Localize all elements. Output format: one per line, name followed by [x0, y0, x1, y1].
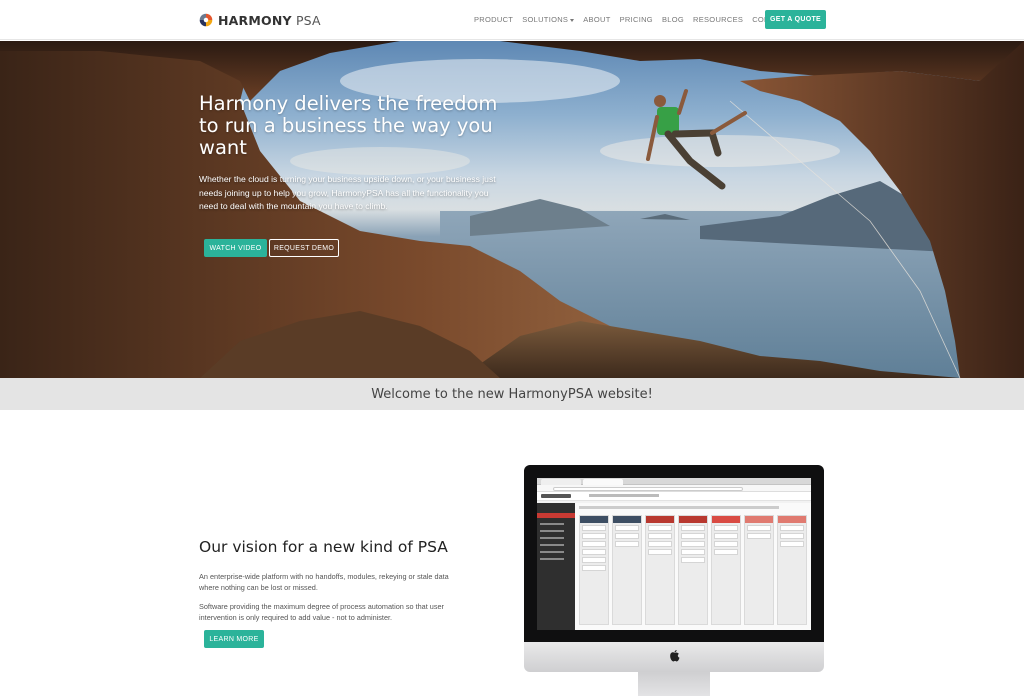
brand-name: HARMONY PSA	[218, 12, 321, 28]
chevron-down-icon	[570, 18, 575, 22]
imac-bezel	[524, 465, 824, 642]
harmony-logo-icon	[199, 13, 213, 27]
top-navigation-bar: HARMONY PSA PRODUCT SOLUTIONS ABOUT PRIC…	[0, 0, 1024, 40]
hero-description: Whether the cloud is turning your busine…	[199, 174, 496, 211]
hero-title: Harmony delivers the freedom to run a bu…	[199, 92, 498, 159]
imac-stand	[638, 672, 710, 696]
hero-banner: Harmony delivers the freedom to run a bu…	[0, 41, 1024, 378]
nav-item-resources[interactable]: RESOURCES	[693, 15, 743, 24]
nav-item-solutions[interactable]: SOLUTIONS	[522, 15, 575, 24]
get-a-quote-button[interactable]: GET A QUOTE	[765, 10, 826, 29]
vision-heading: Our vision for a new kind of PSA	[199, 538, 448, 556]
learn-more-button[interactable]: LEARN MORE	[204, 630, 264, 648]
welcome-message: Welcome to the new HarmonyPSA website!	[371, 386, 653, 402]
main-menu: PRODUCT SOLUTIONS ABOUT PRICING BLOG RES…	[474, 15, 799, 24]
watch-video-button[interactable]: WATCH VIDEO	[204, 239, 267, 257]
nav-item-pricing[interactable]: PRICING	[620, 15, 653, 24]
welcome-bar: Welcome to the new HarmonyPSA website!	[0, 378, 1024, 410]
hero-background-image	[0, 41, 1024, 378]
app-screenshot	[537, 478, 811, 630]
apple-logo-icon	[670, 650, 680, 662]
product-screenshot-imac	[524, 465, 824, 696]
request-demo-button[interactable]: REQUEST DEMO	[269, 239, 339, 257]
nav-item-blog[interactable]: BLOG	[662, 15, 684, 24]
nav-item-about[interactable]: ABOUT	[583, 15, 610, 24]
vision-paragraph-1: An enterprise-wide platform with no hand…	[199, 572, 449, 592]
brand-logo[interactable]: HARMONY PSA	[199, 11, 321, 29]
nav-item-product[interactable]: PRODUCT	[474, 15, 513, 24]
vision-paragraph-2: Software providing the maximum degree of…	[199, 602, 444, 622]
